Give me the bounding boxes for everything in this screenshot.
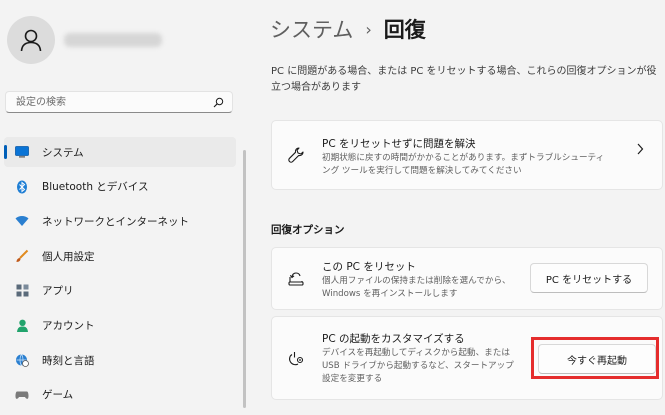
sidebar-item-accounts[interactable]: アカウント (4, 310, 236, 340)
breadcrumb-separator: › (365, 19, 372, 39)
selection-indicator (4, 145, 7, 159)
sidebar-scrollbar[interactable] (243, 150, 246, 408)
breadcrumb: システム › 回復 (270, 14, 426, 44)
brush-icon (14, 248, 30, 264)
sidebar-item-label: 時刻と言語 (42, 354, 95, 367)
sidebar-item-label: アカウント (42, 319, 95, 332)
section-title-recovery-options: 回復オプション (271, 224, 345, 236)
sidebar-item-label: 個人用設定 (42, 250, 95, 263)
sidebar-item-label: Bluetooth とデバイス (42, 181, 149, 194)
card-subtitle: 初期状態に戻すの時間がかかることがあります。まずトラブルシューティング ツールを… (322, 153, 605, 176)
apps-icon (14, 283, 30, 299)
settings-search-input[interactable] (14, 95, 213, 109)
breadcrumb-parent-link[interactable]: システム (270, 14, 353, 44)
sidebar: システム Bluetooth とデバイス ネットワークとインターネット 個人用設… (0, 0, 250, 408)
sidebar-item-network[interactable]: ネットワークとインターネット (4, 206, 236, 236)
username-redacted (64, 33, 162, 47)
bluetooth-icon (14, 179, 30, 195)
chevron-right-icon (637, 143, 644, 155)
reset-pc-card: この PC をリセット 個人用ファイルの保持または削除を選んでから、Window… (271, 247, 663, 310)
sidebar-item-bluetooth[interactable]: Bluetooth とデバイス (4, 172, 236, 202)
gamepad-icon (14, 387, 30, 403)
reset-pc-icon (286, 269, 306, 289)
globe-clock-icon (14, 352, 30, 368)
card-title: PC の起動をカスタマイズする (322, 333, 465, 345)
sidebar-item-label: システム (42, 146, 84, 159)
account-icon (14, 317, 30, 333)
sidebar-item-label: アプリ (42, 285, 74, 298)
card-subtitle: デバイスを再起動してディスクから起動、または USB ドライブから起動するなど、… (322, 348, 514, 384)
troubleshoot-card[interactable]: PC をリセットせずに問題を解決 初期状態に戻すの時間がかかることがあります。ま… (271, 120, 663, 190)
user-avatar[interactable] (7, 16, 55, 64)
sidebar-item-personalization[interactable]: 個人用設定 (4, 241, 236, 271)
reset-pc-button[interactable]: PC をリセットする (530, 263, 648, 293)
sidebar-item-system[interactable]: システム (4, 137, 236, 167)
user-icon (20, 29, 42, 52)
search-icon[interactable] (213, 97, 224, 108)
main-content: システム › 回復 PC に問題がある場合、または PC をリセットする場合、こ… (262, 0, 665, 408)
sidebar-item-apps[interactable]: アプリ (4, 276, 236, 306)
sidebar-nav: システム Bluetooth とデバイス ネットワークとインターネット 個人用設… (4, 137, 236, 415)
card-subtitle: 個人用ファイルの保持または削除を選んでから、Windows を再インストールしま… (322, 276, 511, 299)
sidebar-item-label: ゲーム (42, 389, 74, 402)
wrench-icon (286, 145, 306, 165)
wifi-icon (14, 213, 30, 229)
settings-search-box[interactable] (5, 91, 233, 113)
sidebar-item-time-language[interactable]: 時刻と言語 (4, 345, 236, 375)
restart-button-highlight-box (531, 337, 659, 379)
card-title: PC をリセットせずに問題を解決 (322, 138, 476, 150)
monitor-icon (14, 144, 30, 160)
sidebar-item-gaming[interactable]: ゲーム (4, 380, 236, 410)
card-title: この PC をリセット (322, 261, 416, 273)
advanced-startup-icon (286, 349, 306, 369)
sidebar-item-label: ネットワークとインターネット (42, 215, 189, 228)
page-title: 回復 (383, 18, 426, 42)
page-description: PC に問題がある場合、または PC をリセットする場合、これらの回復オプション… (271, 66, 657, 93)
